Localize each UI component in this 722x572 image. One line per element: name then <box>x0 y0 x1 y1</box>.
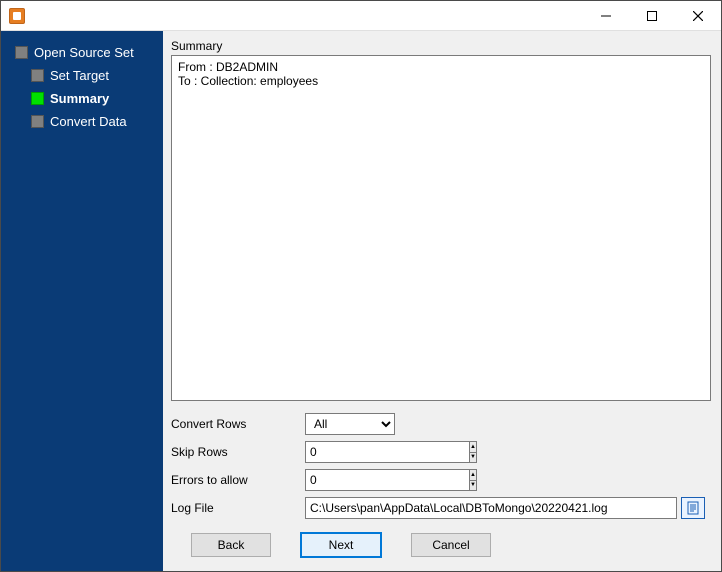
back-button[interactable]: Back <box>191 533 271 557</box>
step-label: Convert Data <box>50 114 127 129</box>
skip-rows-down[interactable]: ▼ <box>470 453 476 463</box>
step-node-icon <box>15 46 28 59</box>
options-form: Convert Rows All Skip Rows ▲ ▼ <box>171 413 711 519</box>
step-summary[interactable]: Summary <box>1 87 163 110</box>
step-convert-data[interactable]: Convert Data <box>1 110 163 133</box>
step-label: Summary <box>50 91 109 106</box>
minimize-button[interactable] <box>583 1 629 31</box>
next-button[interactable]: Next <box>301 533 381 557</box>
errors-spinner: ▲ ▼ <box>305 469 395 491</box>
wizard-buttons: Back Next Cancel <box>171 533 711 563</box>
summary-heading: Summary <box>171 39 711 53</box>
step-open-source-set[interactable]: Open Source Set <box>1 41 163 64</box>
skip-rows-up[interactable]: ▲ <box>470 442 476 453</box>
browse-log-button[interactable] <box>681 497 705 519</box>
skip-rows-label: Skip Rows <box>171 445 301 459</box>
log-file-label: Log File <box>171 501 301 515</box>
errors-up[interactable]: ▲ <box>470 470 476 481</box>
document-icon <box>687 501 699 515</box>
log-file-input[interactable] <box>305 497 677 519</box>
errors-down[interactable]: ▼ <box>470 481 476 491</box>
cancel-button[interactable]: Cancel <box>411 533 491 557</box>
convert-rows-label: Convert Rows <box>171 417 301 431</box>
skip-rows-input[interactable] <box>305 441 469 463</box>
maximize-button[interactable] <box>629 1 675 31</box>
wizard-steps: Open Source Set Set Target Summary Conve… <box>1 41 163 133</box>
content: Summary From : DB2ADMIN To : Collection:… <box>163 31 721 571</box>
app-window: Open Source Set Set Target Summary Conve… <box>0 0 722 572</box>
step-node-icon <box>31 69 44 82</box>
close-button[interactable] <box>675 1 721 31</box>
convert-rows-select[interactable]: All <box>305 413 395 435</box>
window-controls <box>583 1 721 31</box>
step-label: Open Source Set <box>34 45 134 60</box>
step-set-target[interactable]: Set Target <box>1 64 163 87</box>
step-node-icon <box>31 115 44 128</box>
sidebar: Open Source Set Set Target Summary Conve… <box>1 31 163 571</box>
app-icon <box>9 8 25 24</box>
step-node-icon <box>31 92 44 105</box>
step-label: Set Target <box>50 68 109 83</box>
skip-rows-spinner: ▲ ▼ <box>305 441 395 463</box>
body: Open Source Set Set Target Summary Conve… <box>1 31 721 571</box>
titlebar <box>1 1 721 31</box>
summary-text: From : DB2ADMIN To : Collection: employe… <box>171 55 711 401</box>
errors-input[interactable] <box>305 469 469 491</box>
errors-label: Errors to allow <box>171 473 301 487</box>
